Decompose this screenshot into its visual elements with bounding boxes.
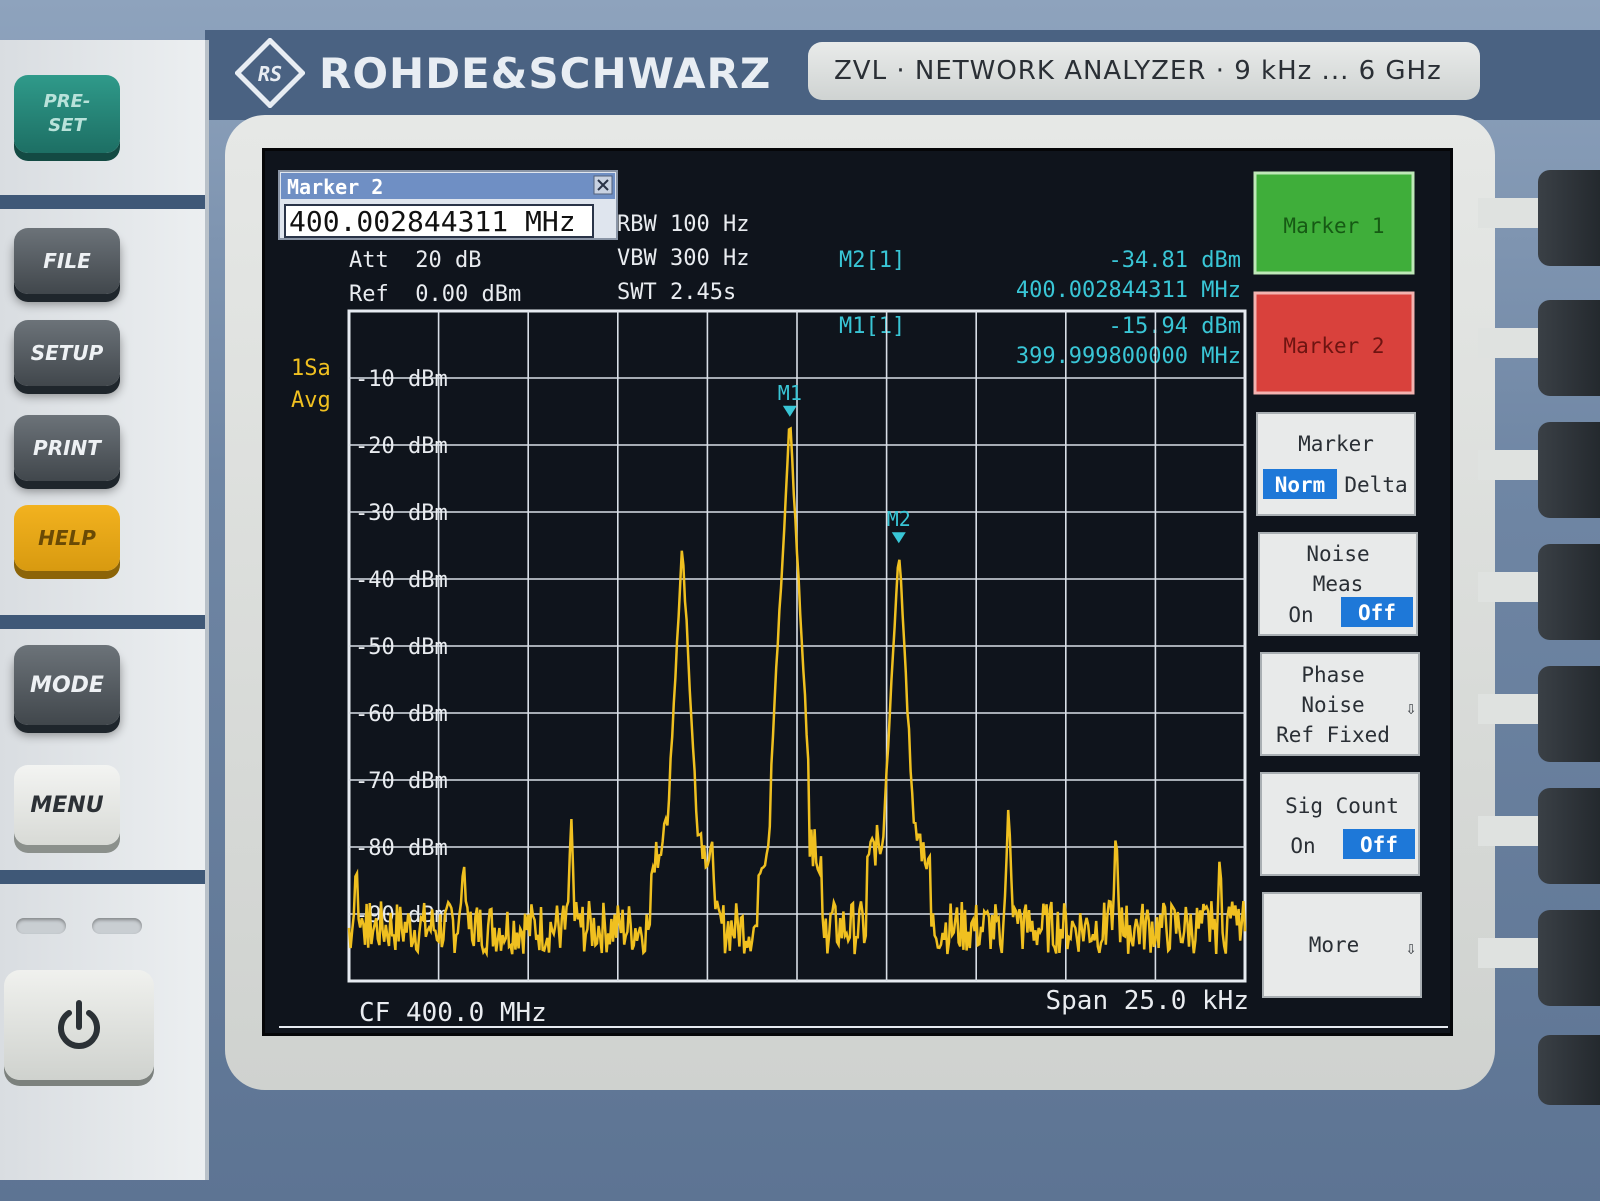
menu-key[interactable]: MENU: [14, 765, 120, 845]
m2-frequency: 400.002844311 MHz: [1016, 278, 1241, 303]
softkey-noise-line1: Noise: [1306, 542, 1369, 566]
y-tick-label: -70 dBm: [355, 769, 448, 794]
softkey-marker1-label: Marker 1: [1283, 214, 1384, 238]
y-tick-label: -60 dBm: [355, 702, 448, 727]
panel-divider: [0, 870, 205, 884]
side-softkey-2[interactable]: [1538, 300, 1600, 396]
rbw-label: RBW 100 Hz: [617, 212, 749, 237]
softkey-phase-line1: Phase: [1301, 663, 1364, 687]
status-led: [92, 918, 142, 934]
softkey-marker2[interactable]: Marker 2: [1253, 291, 1415, 395]
rs-diamond-icon: RS: [235, 38, 305, 108]
power-button[interactable]: [4, 970, 154, 1080]
m2-readout-label: M2[1]: [839, 248, 905, 273]
svg-text:RS: RS: [258, 62, 282, 86]
side-softkey-5[interactable]: [1538, 666, 1600, 762]
softkey-marker2-label: Marker 2: [1283, 334, 1384, 358]
side-softkey-8[interactable]: [1538, 1035, 1600, 1105]
setup-key[interactable]: SETUP: [14, 320, 120, 386]
y-tick-label: -50 dBm: [355, 635, 448, 660]
trace-mode-1: 1Sa: [291, 356, 331, 381]
sig-on: On: [1290, 834, 1315, 858]
softkey-marker1[interactable]: Marker 1: [1253, 171, 1415, 275]
side-softkey-6[interactable]: [1538, 788, 1600, 884]
marker-label: M2: [887, 507, 911, 531]
trace-mode-2: Avg: [291, 388, 331, 413]
m1-readout-label: M1[1]: [839, 314, 905, 339]
mode-key[interactable]: MODE: [14, 645, 120, 725]
marker-frequency-input-value: 400.002844311 MHz: [289, 205, 576, 238]
display-screen: Marker 2 400.002844311 MHz RBW 100 Hz VB…: [262, 148, 1453, 1036]
ref-label: Ref 0.00 dBm: [349, 282, 521, 307]
softkey-noise-meas[interactable]: Noise Meas On Off: [1258, 532, 1418, 636]
marker-label: M1: [778, 381, 802, 405]
marker2-dialog[interactable]: Marker 2 400.002844311 MHz: [278, 170, 618, 240]
submenu-arrow-icon: ⇩: [1406, 698, 1417, 719]
softkey-phase-line3: Ref Fixed: [1276, 723, 1390, 747]
noise-on: On: [1288, 603, 1313, 627]
softkey-delta: Delta: [1344, 473, 1407, 497]
side-softkey-column: [1478, 160, 1600, 1120]
y-tick-label: -40 dBm: [355, 568, 448, 593]
panel-divider: [0, 615, 205, 629]
y-axis-ticks: -10 dBm -20 dBm -30 dBm -40 dBm -50 dBm -60 d…: [355, 367, 448, 928]
m2-level: -34.81 dBm: [1109, 248, 1241, 273]
y-tick-label: -20 dBm: [355, 434, 448, 459]
sig-off: Off: [1360, 833, 1398, 857]
softkey-more[interactable]: More ⇩: [1262, 892, 1422, 998]
y-tick-label: -30 dBm: [355, 501, 448, 526]
brand-logo: RS ROHDE&SCHWARZ: [235, 38, 771, 108]
softkey-noise-line2: Meas: [1313, 572, 1364, 596]
y-tick-label: -10 dBm: [355, 367, 448, 392]
panel-divider: [0, 195, 205, 209]
close-icon[interactable]: [593, 175, 613, 195]
m1-level: -15.94 dBm: [1109, 314, 1241, 339]
spectrum-display: Marker 2 400.002844311 MHz RBW 100 Hz VB…: [265, 151, 1450, 1033]
help-key[interactable]: HELP: [14, 505, 120, 571]
side-softkey-4[interactable]: [1538, 544, 1600, 640]
softkey-more-label: More: [1309, 933, 1360, 957]
marker2-dialog-title: Marker 2: [287, 175, 383, 199]
span-label: Span 25.0 kHz: [1046, 986, 1250, 1016]
submenu-arrow-icon: ⇩: [1406, 938, 1417, 959]
model-plate: ZVL · NETWORK ANALYZER · 9 kHz ... 6 GHz: [808, 42, 1480, 100]
softkey-phase-noise[interactable]: Phase Noise Ref Fixed ⇩: [1260, 652, 1420, 756]
center-frequency: CF 400.0 MHz: [359, 998, 547, 1028]
preset-key[interactable]: PRE- SET: [14, 75, 120, 153]
y-tick-label: -80 dBm: [355, 836, 448, 861]
swt-label: SWT 2.45s: [617, 280, 736, 305]
brand-name: ROHDE&SCHWARZ: [319, 48, 772, 98]
side-softkey-3[interactable]: [1538, 422, 1600, 518]
noise-off: Off: [1358, 601, 1396, 625]
softkey-marker-title: Marker: [1298, 432, 1374, 456]
m1-frequency: 399.999800000 MHz: [1016, 344, 1241, 369]
vbw-label: VBW 300 Hz: [617, 246, 749, 271]
softkey-norm: Norm: [1275, 473, 1326, 497]
print-key[interactable]: PRINT: [14, 415, 120, 481]
softkey-sig-count-label: Sig Count: [1285, 794, 1399, 818]
side-softkey-1[interactable]: [1538, 170, 1600, 266]
power-icon: [58, 1000, 100, 1049]
side-softkey-7[interactable]: [1538, 910, 1600, 1006]
file-key[interactable]: FILE: [14, 228, 120, 294]
att-label: Att 20 dB: [349, 248, 481, 273]
softkey-marker-norm-delta[interactable]: Marker Norm Delta: [1256, 412, 1416, 516]
softkey-phase-line2: Noise: [1301, 693, 1364, 717]
softkey-sig-count[interactable]: Sig Count On Off: [1260, 772, 1420, 876]
status-led: [16, 918, 66, 934]
